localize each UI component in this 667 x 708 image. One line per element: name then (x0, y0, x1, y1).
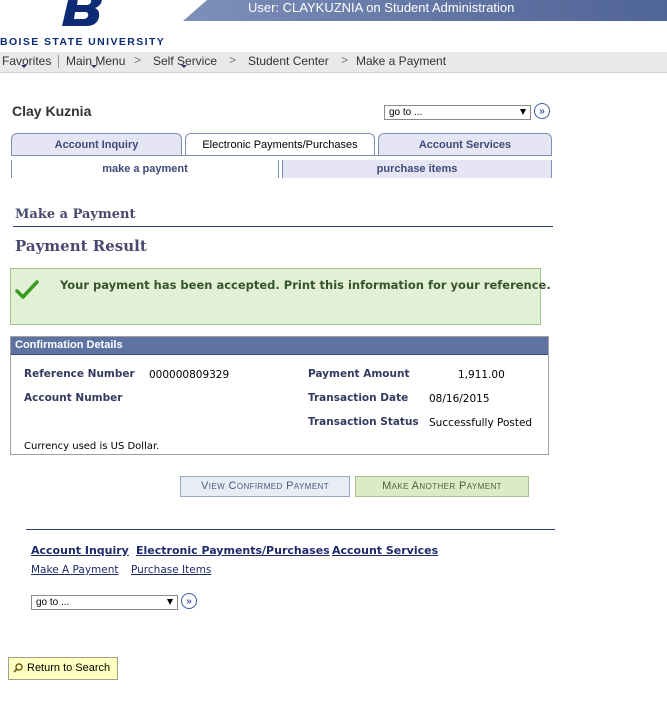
breadcrumb-make-a-payment[interactable]: Make a Payment (356, 54, 446, 68)
view-confirmed-payment-button[interactable]: View Confirmed Payment (180, 476, 350, 497)
footer-link-account-services[interactable]: Account Services (332, 544, 438, 557)
account-number-label: Account Number (24, 392, 123, 404)
make-another-payment-button[interactable]: Make Another Payment (355, 476, 529, 497)
success-message-text: Your payment has been accepted. Print th… (60, 278, 551, 292)
banner-notch (183, 0, 207, 21)
university-logo (62, 0, 102, 26)
dropdown-arrow-icon (167, 599, 173, 605)
transaction-status-value: Successfully Posted (429, 417, 533, 429)
user-info: User: CLAYKUZNIA on Student Administrati… (248, 0, 515, 15)
goto-select-value: go to ... (389, 107, 423, 118)
success-message: Your payment has been accepted. Print th… (10, 268, 551, 325)
chevron-down-icon (21, 65, 27, 68)
chevron-down-icon (91, 65, 97, 68)
reference-number-value: 000000809329 (149, 369, 230, 381)
goto-select[interactable]: go to ... (384, 105, 531, 120)
confirmation-details: Confirmation Details Reference Number 00… (10, 336, 549, 455)
student-name: Clay Kuznia (12, 103, 92, 119)
tab-electronic-payments[interactable]: Electronic Payments/Purchases (185, 133, 375, 156)
subtab-make-a-payment[interactable]: make a payment (11, 160, 279, 178)
footer-link-purchase-items[interactable]: Purchase Items (131, 564, 211, 576)
tab-account-services[interactable]: Account Services (378, 133, 552, 155)
payment-amount-value: 1,911.00 (458, 369, 505, 381)
goto-button[interactable]: » (534, 103, 550, 119)
reference-number-label: Reference Number (24, 368, 135, 380)
breadcrumb-separator: > (341, 53, 349, 67)
confirmation-header-label: Confirmation Details (15, 339, 123, 351)
goto-button-bottom[interactable]: » (181, 593, 197, 609)
chevron-down-icon (181, 65, 187, 68)
tab-account-inquiry[interactable]: Account Inquiry (11, 133, 182, 155)
university-name: BOISE STATE UNIVERSITY (0, 36, 166, 48)
transaction-date-value: 08/16/2015 (429, 393, 490, 405)
breadcrumb-separator: > (229, 53, 237, 67)
tab-underline (11, 155, 552, 156)
page-banner: User: CLAYKUZNIA on Student Administrati… (0, 0, 667, 52)
footer-link-account-inquiry[interactable]: Account Inquiry (31, 544, 129, 557)
dropdown-arrow-icon (520, 109, 526, 115)
goto-select-value: go to ... (36, 597, 70, 608)
checkmark-icon (15, 280, 39, 299)
page-title: Make a Payment (15, 207, 136, 222)
section-title: Payment Result (15, 237, 147, 255)
return-to-search-label: Return to Search (27, 662, 111, 674)
breadcrumb-separator: > (134, 53, 142, 67)
search-icon (13, 663, 23, 673)
footer-link-electronic-payments[interactable]: Electronic Payments/Purchases (136, 544, 330, 557)
divider (26, 529, 555, 530)
goto-select-bottom[interactable]: go to ... (31, 595, 178, 610)
confirmation-header: Confirmation Details (11, 337, 548, 355)
transaction-status-label: Transaction Status (308, 416, 419, 428)
breadcrumb-student-center[interactable]: Student Center (248, 54, 329, 68)
transaction-date-label: Transaction Date (308, 392, 409, 404)
breadcrumb: Favorites Main Menu > Self Service > Stu… (0, 52, 667, 73)
divider (13, 226, 553, 227)
payment-amount-label: Payment Amount (308, 368, 410, 380)
divider (58, 55, 59, 68)
return-to-search-button[interactable]: Return to Search (8, 657, 118, 680)
currency-note: Currency used is US Dollar. (24, 441, 160, 452)
footer-link-make-a-payment[interactable]: Make A Payment (31, 564, 119, 576)
subtab-purchase-items[interactable]: purchase items (282, 160, 552, 178)
